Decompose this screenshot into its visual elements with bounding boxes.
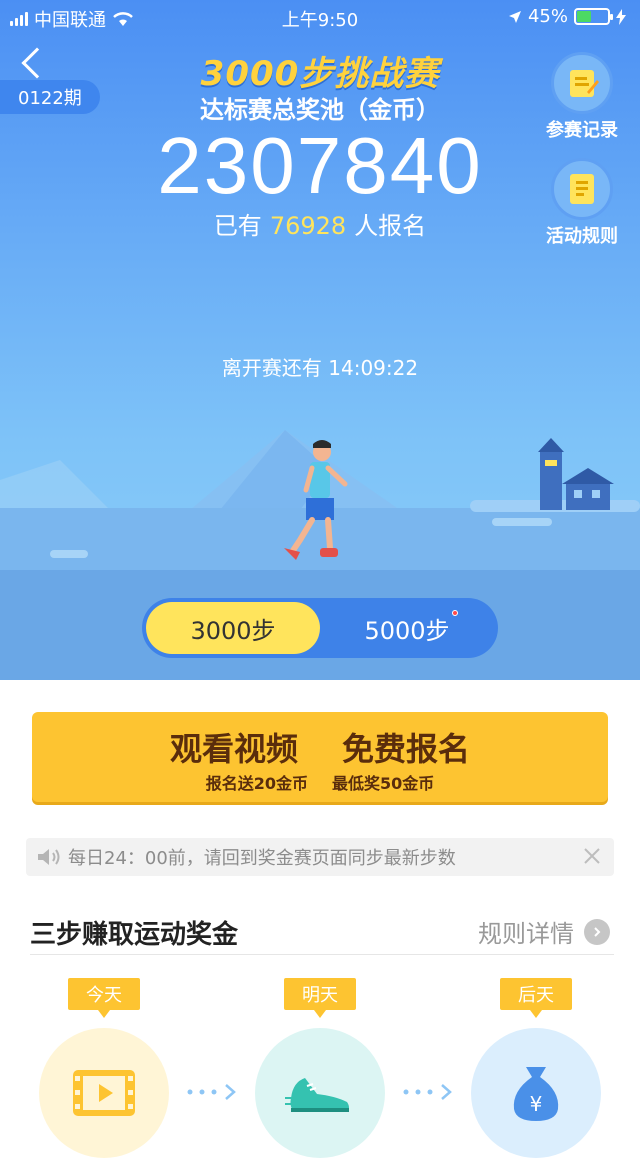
rules-circle (551, 158, 613, 220)
money-bag-icon: ¥ (513, 1067, 559, 1121)
arrow-right-icon (403, 1084, 452, 1100)
tab-3000-label: 3000步 (190, 616, 276, 645)
record-note-icon (570, 70, 599, 97)
cta-free-register: 免费报名 (342, 730, 471, 768)
section-divider (30, 954, 614, 955)
rules-label: 活动规则 (546, 226, 618, 247)
step-today: 今天 (34, 978, 174, 1158)
location-icon (508, 10, 521, 23)
battery-percent: 45% (527, 6, 568, 27)
records-circle (551, 52, 613, 114)
battery-icon (574, 8, 613, 25)
step-tag-today: 今天 (68, 978, 140, 1018)
step-day-after-bubble: ¥ (471, 1028, 601, 1158)
arrow-right-icon (187, 1084, 236, 1100)
video-icon (73, 1070, 135, 1116)
cta-bonus-text: 报名送20金币 (205, 774, 308, 793)
speaker-icon (38, 849, 60, 865)
step-today-bubble (39, 1028, 169, 1158)
registered-number: 76928 (269, 212, 347, 240)
registered-suffix: 人报名 (354, 212, 427, 240)
step-tag-day-after: 后天 (500, 978, 572, 1018)
rulebook-icon (570, 174, 594, 204)
svg-text:¥: ¥ (530, 1092, 543, 1116)
sync-notice-bar: 每日24：00前，请回到奖金赛页面同步最新步数 (26, 838, 614, 876)
tab-3000-steps[interactable]: 3000步 (146, 602, 320, 654)
cta-watch-video: 观看视频 (169, 730, 298, 768)
section-title: 三步赚取运动奖金 (30, 920, 239, 950)
new-dot-badge (452, 610, 458, 616)
step-tag-tomorrow: 明天 (284, 978, 356, 1018)
rules-detail-label: 规则详情 (478, 920, 574, 948)
rules-detail-link[interactable]: 规则详情 (478, 914, 610, 949)
step-tomorrow-bubble (255, 1028, 385, 1158)
watch-video-register-button[interactable]: 观看视频 免费报名 报名送20金币 最低奖50金币 (32, 712, 608, 802)
registered-prefix: 已有 (213, 212, 262, 240)
records-label: 参赛记录 (546, 120, 618, 141)
step-day-after-tomorrow: 后天 ¥ (466, 978, 606, 1158)
tab-5000-steps[interactable]: 5000步 (320, 602, 494, 654)
tab-5000-label: 5000步 (364, 616, 450, 645)
notice-text: 每日24：00前，请回到奖金赛页面同步最新步数 (68, 848, 456, 869)
countdown-text: 离开赛还有 14:09:22 (221, 356, 419, 380)
charging-icon (616, 8, 626, 25)
records-button[interactable]: 参赛记录 (532, 52, 632, 142)
step-goal-tabs: 3000步 5000步 (142, 598, 498, 658)
cta-min-reward-text: 最低奖50金币 (332, 774, 435, 793)
status-bar: 中国联通 上午9:50 45% (0, 0, 640, 36)
step-tomorrow: 明天 (250, 978, 390, 1158)
sneaker-icon (285, 1078, 349, 1112)
chevron-right-icon (584, 918, 610, 945)
rules-button[interactable]: 活动规则 (532, 158, 632, 248)
hero-banner: 中国联通 上午9:50 45% 0122期 3000步挑战赛 达标赛总奖池（金币… (0, 0, 640, 680)
close-icon[interactable] (582, 846, 602, 866)
